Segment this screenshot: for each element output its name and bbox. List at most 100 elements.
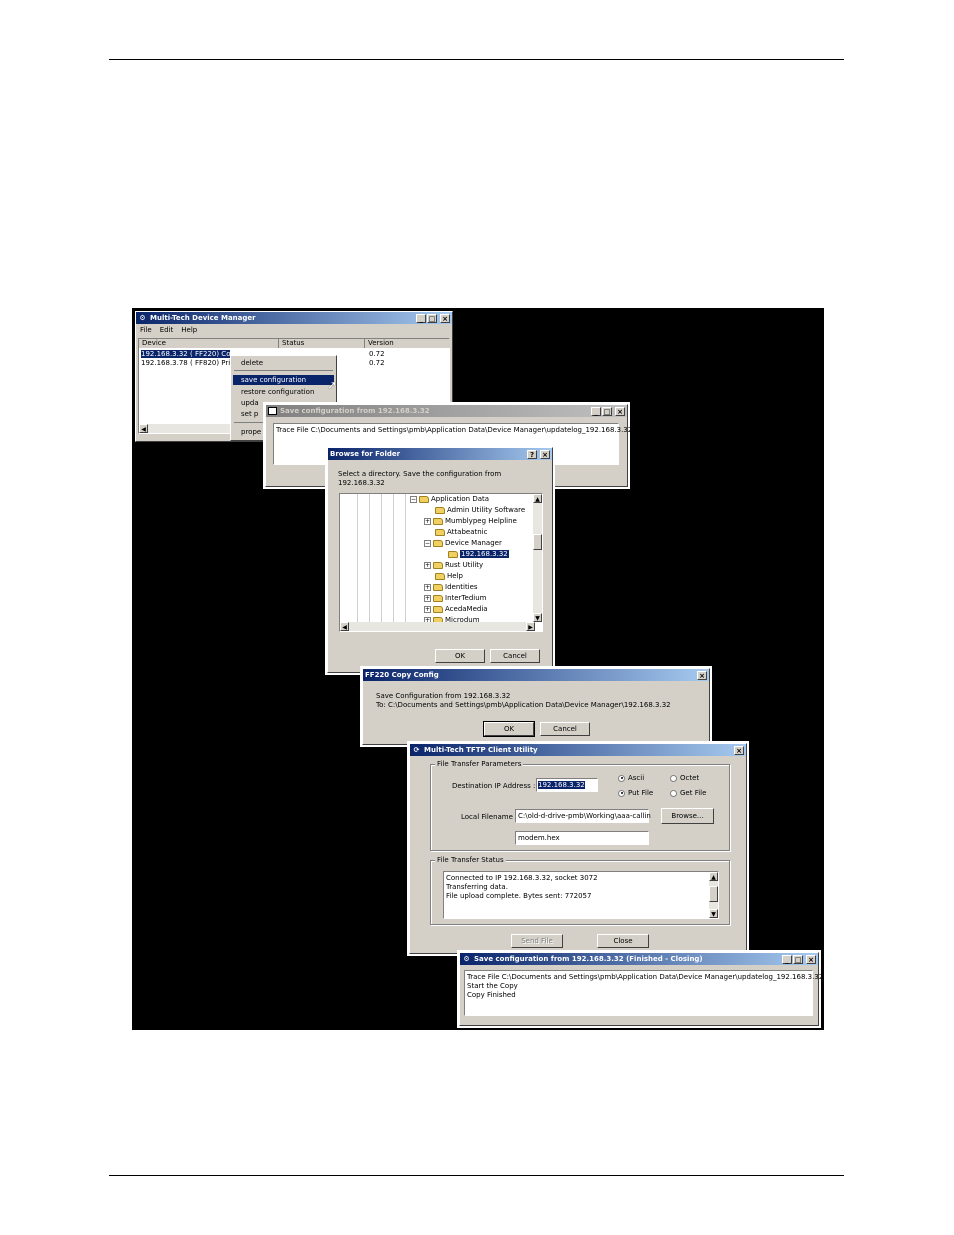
scroll-thumb[interactable] [709, 886, 718, 902]
folder-icon [433, 539, 443, 547]
folder-icon [433, 517, 443, 525]
close-button[interactable]: × [806, 954, 816, 964]
ascii-radio[interactable]: Ascii [618, 774, 644, 782]
tree-guides [346, 494, 416, 624]
maximize-button[interactable]: □ [427, 313, 437, 323]
folder-icon [433, 594, 443, 602]
finished-line: Copy Finished [467, 991, 516, 999]
column-header-version[interactable]: Version [365, 339, 451, 348]
scroll-left-arrow[interactable]: ◀ [139, 424, 148, 433]
window-icon [268, 407, 277, 415]
finished-log: Trace File C:\Documents and Settings\pmb… [464, 970, 823, 1016]
browse-prompt-line2: 192.168.3.32 [338, 479, 385, 487]
copy-config-ok-button[interactable]: OK [483, 721, 535, 737]
menu-item-set[interactable]: set p [241, 410, 258, 418]
menu-file[interactable]: File [140, 326, 152, 334]
radio-selected-icon [618, 789, 625, 797]
table-row[interactable]: 192.168.3.78 ( FF820) Prin [141, 359, 235, 367]
scroll-left-arrow[interactable]: ◀ [340, 622, 349, 631]
copy-config-titlebar: FF220 Copy Config × [363, 669, 709, 681]
save-config-title: Save configuration from 192.168.3.32 [280, 407, 430, 415]
app-icon: ⚙ [139, 313, 146, 322]
scroll-thumb[interactable] [533, 534, 542, 550]
octet-radio[interactable]: Octet [670, 774, 699, 782]
finished-line: Trace File C:\Documents and Settings\pmb… [467, 973, 824, 981]
menu-item-delete[interactable]: delete [241, 359, 263, 367]
close-button[interactable]: × [615, 406, 625, 416]
tree-item[interactable]: Admin Utility Software [435, 506, 525, 514]
scroll-right-arrow[interactable]: ▶ [526, 622, 535, 631]
table-row[interactable]: 192.168.3.32 ( FF220) Co [141, 350, 231, 358]
browse-folder-dialog: Browse for Folder ? × Select a directory… [325, 445, 555, 675]
menu-edit[interactable]: Edit [160, 326, 174, 334]
folder-tree[interactable]: − Application Data Admin Utility Software… [339, 493, 543, 632]
scroll-down-arrow[interactable]: ▼ [709, 909, 718, 918]
browse-prompt-line1: Select a directory. Save the configurati… [338, 470, 502, 478]
column-header-status[interactable]: Status [279, 339, 365, 348]
remote-filename-input[interactable]: modem.hex [515, 831, 649, 845]
dest-ip-label: Destination IP Address : [452, 782, 536, 790]
menu-item-properties[interactable]: prope [241, 428, 261, 436]
folder-icon [435, 572, 445, 580]
tree-item-selected[interactable]: 192.168.3.32 [448, 550, 509, 558]
local-filename-label: Local Filename [461, 813, 513, 821]
status-line: File upload complete. Bytes sent: 772057 [446, 892, 592, 900]
folder-icon [433, 583, 443, 591]
table-row-version: 0.72 [369, 350, 385, 358]
app-icon: ⚙ [463, 954, 470, 963]
close-button[interactable]: × [697, 670, 707, 680]
tftp-client-window: ⟳ Multi-Tech TFTP Client Utility × File … [407, 741, 749, 956]
get-file-radio[interactable]: Get File [670, 789, 706, 797]
folder-icon [448, 550, 458, 558]
tree-horizontal-scrollbar[interactable]: ◀ ▶ [340, 622, 535, 631]
put-file-radio[interactable]: Put File [618, 789, 653, 797]
local-filename-input[interactable]: C:\old-d-drive-pmb\Working\aaa-callin [515, 809, 651, 823]
minimize-button[interactable]: _ [416, 313, 426, 323]
copy-config-line1: Save Configuration from 192.168.3.32 [376, 692, 511, 700]
tree-item[interactable]: − Device Manager [424, 539, 502, 547]
scroll-down-arrow[interactable]: ▼ [533, 613, 542, 622]
tree-item[interactable]: + Mumblypeg Helpline [424, 517, 517, 525]
transfer-status-log: Connected to IP 192.168.3.32, socket 307… [443, 871, 719, 919]
menu-item-save-configuration[interactable]: save configuration [233, 375, 334, 385]
browse-cancel-button[interactable]: Cancel [490, 649, 540, 663]
tree-item[interactable]: Help [435, 572, 463, 580]
copy-config-cancel-button[interactable]: Cancel [540, 722, 590, 736]
browse-ok-button[interactable]: OK [435, 649, 485, 663]
maximize-button[interactable]: □ [793, 954, 803, 964]
folder-icon [435, 506, 445, 514]
minimize-button[interactable]: _ [591, 406, 601, 416]
menu-help[interactable]: Help [181, 326, 197, 334]
tree-item[interactable]: + Rust Utility [424, 561, 483, 569]
close-button[interactable]: × [540, 449, 550, 459]
browse-folder-title: Browse for Folder [330, 450, 401, 458]
send-file-button[interactable]: Send File [511, 934, 563, 948]
tree-item[interactable]: Attabeatnic [435, 528, 487, 536]
close-button[interactable]: × [734, 745, 744, 755]
tree-item[interactable]: − Application Data [410, 495, 489, 503]
maximize-button[interactable]: □ [602, 406, 612, 416]
tree-item[interactable]: + AcedaMedia [424, 605, 488, 613]
column-header-device[interactable]: Device [139, 339, 279, 348]
scroll-up-arrow[interactable]: ▲ [533, 494, 542, 503]
minimize-button[interactable]: _ [782, 954, 792, 964]
radio-icon [670, 774, 677, 782]
finished-titlebar: ⚙ Save configuration from 192.168.3.32 (… [460, 953, 818, 965]
transfer-parameters-group: File Transfer Parameters Destination IP … [430, 760, 730, 851]
dest-ip-input[interactable]: 192.168.3.32 [536, 778, 598, 792]
help-button[interactable]: ? [527, 449, 537, 459]
finished-line: Start the Copy [467, 982, 518, 990]
scroll-up-arrow[interactable]: ▲ [709, 872, 718, 881]
screenshot-composite: ⚙ Multi-Tech Device Manager _ □ × File E… [132, 308, 824, 1030]
tree-vertical-scrollbar[interactable]: ▲ ▼ [533, 494, 542, 622]
status-vertical-scrollbar[interactable]: ▲ ▼ [709, 872, 718, 918]
header-rule [109, 59, 844, 60]
browse-button[interactable]: Browse... [661, 808, 714, 824]
close-button[interactable]: × [440, 313, 450, 323]
radio-selected-icon [618, 774, 625, 782]
menu-item-update[interactable]: upda [241, 399, 259, 407]
close-tftp-button[interactable]: Close [597, 934, 649, 948]
tree-item[interactable]: + InterTedium [424, 594, 486, 602]
tree-item[interactable]: + Identities [424, 583, 478, 591]
menu-item-restore-configuration[interactable]: restore configuration [241, 388, 314, 396]
